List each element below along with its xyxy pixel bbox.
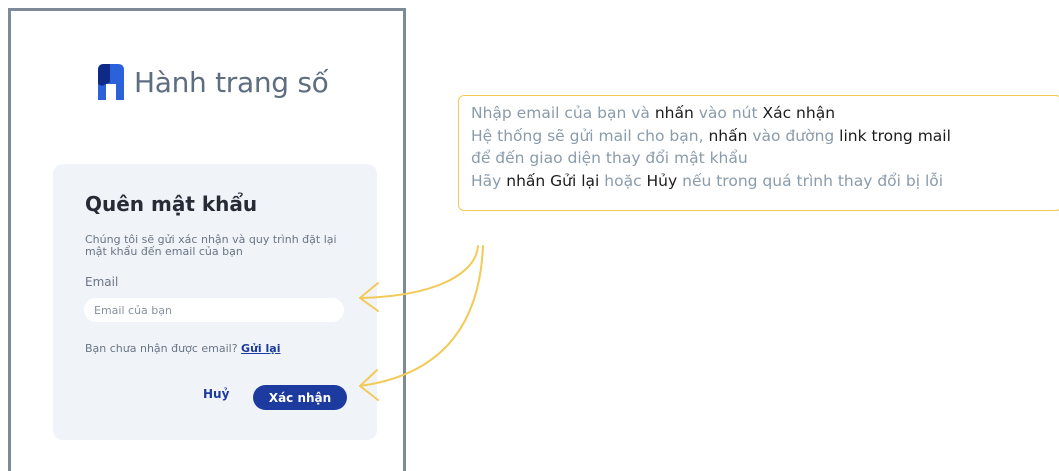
resend-link[interactable]: Gửi lại	[241, 342, 280, 355]
callout-highlight: nhấn	[708, 126, 748, 145]
callout-text: để đến giao diện thay đổi mật khẩu	[471, 149, 748, 167]
resend-row: Bạn chưa nhận được email? Gửi lại	[85, 342, 280, 355]
callout-text: hoặc	[599, 171, 647, 190]
page-title: Quên mật khẩu	[85, 192, 258, 216]
callout-text: Hệ thống sẽ gửi mail cho bạn,	[471, 126, 709, 145]
brand-name: Hành trang số	[134, 65, 329, 99]
email-label: Email	[85, 275, 119, 289]
screen-frame: Hành trang số Quên mật khẩu Chúng tôi sẽ…	[8, 8, 406, 471]
callout-text: vào nút	[693, 104, 763, 122]
resend-prompt: Bạn chưa nhận được email?	[85, 342, 238, 355]
callout-line: để đến giao diện thay đổi mật khẩu	[471, 147, 1049, 170]
callout-line: Nhập email của bạn và nhấn vào nút Xác n…	[471, 102, 1049, 125]
form-description: Chúng tôi sẽ gửi xác nhận và quy trình đ…	[85, 233, 337, 258]
callout-text: Hãy	[471, 171, 507, 190]
callout-line: Hệ thống sẽ gửi mail cho bạn, nhấn vào đ…	[471, 125, 1049, 148]
brand-logo: Hành trang số	[96, 62, 329, 102]
callout-text: nếu trong quá trình thay đổi bị lỗi	[677, 171, 944, 190]
forgot-password-card: Quên mật khẩu Chúng tôi sẽ gửi xác nhận …	[53, 164, 377, 440]
confirm-button[interactable]: Xác nhận	[253, 385, 347, 410]
callout-highlight: nhấn	[654, 104, 694, 122]
callout-text: Nhập email của bạn và	[471, 104, 655, 122]
instruction-callout: Nhập email của bạn và nhấn vào nút Xác n…	[458, 95, 1059, 211]
backpack-logo-icon	[98, 64, 124, 100]
cancel-button[interactable]: Huỷ	[203, 387, 229, 401]
email-input[interactable]	[84, 298, 344, 322]
callout-highlight: Hủy	[646, 171, 678, 190]
callout-text: vào đường	[747, 126, 840, 145]
callout-highlight: link trong mail	[839, 126, 951, 145]
callout-highlight: Xác nhận	[762, 104, 836, 122]
callout-line: Hãy nhấn Gửi lại hoặc Hủy nếu trong quá …	[471, 170, 1049, 193]
callout-highlight: nhấn Gửi lại	[506, 171, 600, 190]
